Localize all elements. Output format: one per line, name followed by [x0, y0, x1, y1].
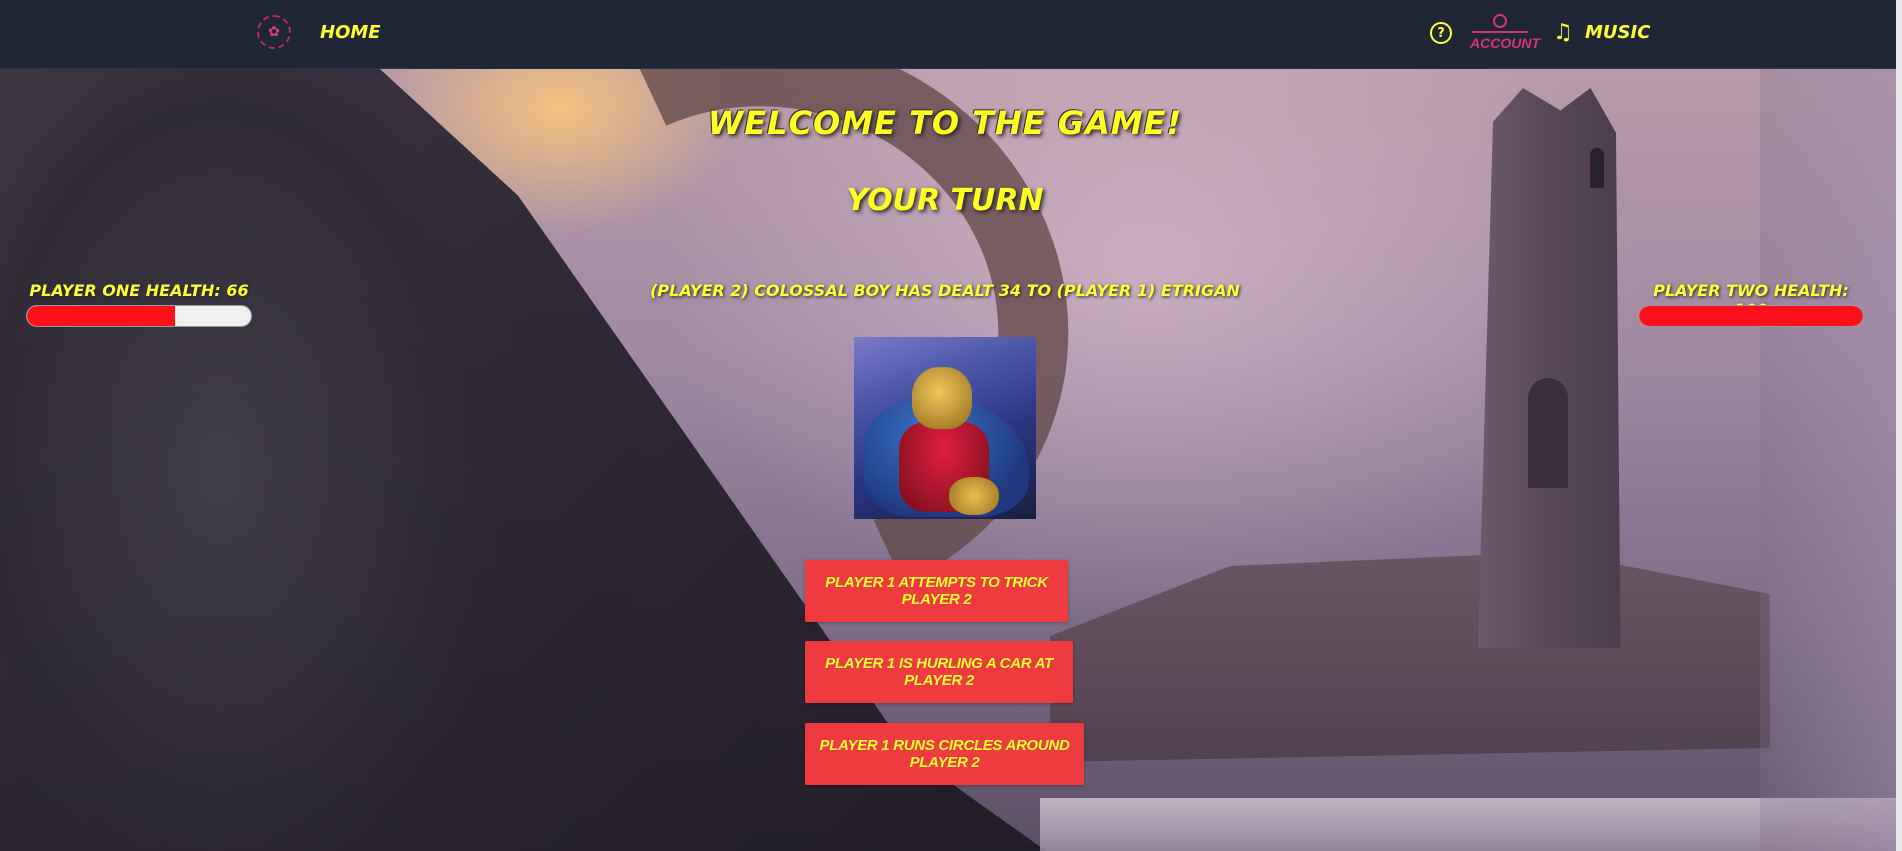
help-icon[interactable]: ? — [1430, 22, 1452, 44]
player-two-health-bar — [1638, 305, 1864, 327]
battle-message: (PLAYER 2) COLOSSAL BOY HAS DEALT 34 TO … — [650, 281, 1240, 300]
account-label: ACCOUNT — [1470, 35, 1540, 51]
account-underline — [1472, 31, 1528, 33]
logo-icon[interactable]: ✿ — [257, 15, 291, 49]
action-run-circles-button[interactable]: PLAYER 1 RUNS CIRCLES AROUND PLAYER 2 — [805, 723, 1084, 785]
top-navbar: ✿ HOME ? ACCOUNT ♫ MUSIC — [0, 0, 1902, 69]
player-one-health-label: PLAYER ONE HEALTH: 66 — [29, 281, 249, 300]
game-title: WELCOME TO THE GAME! — [707, 104, 1183, 142]
portrait-head — [912, 367, 972, 429]
background-tower — [1478, 88, 1621, 648]
music-icon[interactable]: ♫ — [1553, 20, 1573, 45]
player-one-health-fill — [27, 306, 175, 326]
background-ledge — [1050, 552, 1770, 762]
account-icon — [1493, 14, 1507, 28]
player-one-health-bar — [26, 305, 252, 327]
player-two-health-fill — [1639, 306, 1863, 326]
action-trick-button[interactable]: PLAYER 1 ATTEMPTS TO TRICK PLAYER 2 — [805, 560, 1068, 622]
page-scrollbar[interactable] — [1896, 0, 1902, 851]
account-link[interactable]: ACCOUNT — [1470, 14, 1540, 54]
background-tower-door — [1528, 378, 1568, 488]
home-link[interactable]: HOME — [320, 22, 381, 43]
character-portrait — [854, 337, 1036, 519]
music-link[interactable]: MUSIC — [1585, 22, 1650, 43]
action-hurl-car-button[interactable]: PLAYER 1 IS HURLING A CAR AT PLAYER 2 — [805, 641, 1073, 703]
background-tower-window — [1590, 148, 1604, 188]
turn-indicator: YOUR TURN — [846, 183, 1044, 218]
portrait-fist — [949, 477, 999, 515]
